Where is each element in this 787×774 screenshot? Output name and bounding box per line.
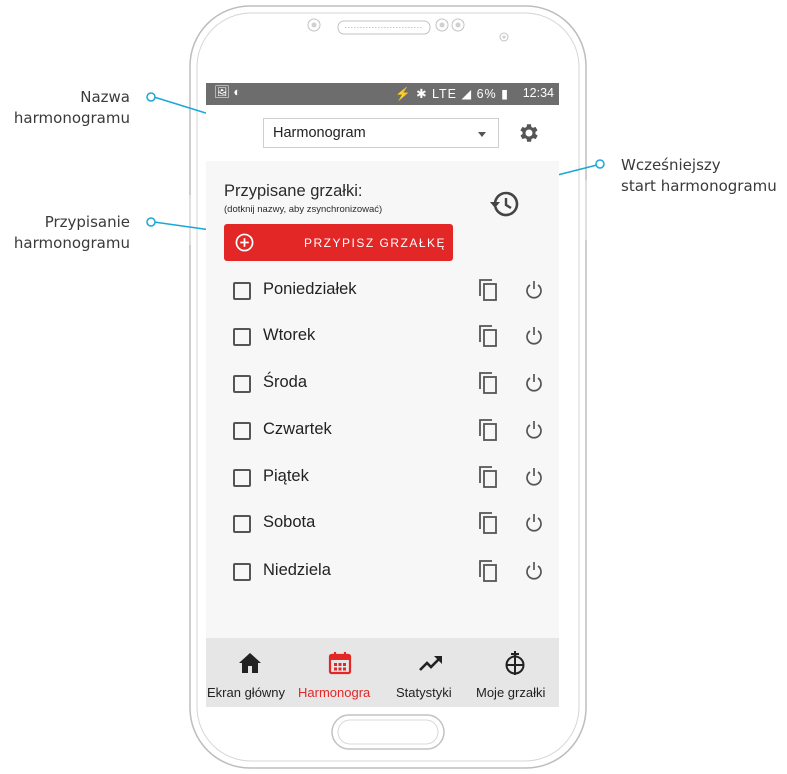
gear-icon[interactable] — [517, 121, 541, 145]
day-row-monday: Poniedziałek — [206, 273, 559, 313]
top-bar: Harmonogram — [206, 105, 559, 161]
chevron-down-icon — [478, 132, 486, 137]
schedule-select-value: Harmonogram — [273, 125, 366, 141]
home-icon — [239, 653, 261, 673]
copy-icon[interactable] — [477, 559, 499, 583]
nav-home-label: Ekran główny — [207, 685, 286, 700]
day-checkbox[interactable] — [233, 515, 251, 533]
copy-icon[interactable] — [477, 371, 499, 395]
nav-my-heaters[interactable]: Moje grzałki — [470, 638, 559, 707]
history-icon[interactable] — [488, 187, 522, 221]
nav-home[interactable]: Ekran główny — [206, 638, 294, 707]
day-row-saturday: Sobota — [206, 506, 559, 546]
nav-schedule-label: Harmonogra — [298, 685, 371, 700]
heater-icon — [505, 651, 525, 675]
assigned-heaters-title: Przypisane grzałki: — [224, 182, 363, 200]
power-icon[interactable] — [524, 373, 544, 393]
day-row-friday: Piątek — [206, 460, 559, 500]
nav-statistics-label: Statystyki — [396, 685, 452, 700]
nav-my-heaters-label: Moje grzałki — [476, 685, 546, 700]
status-system-icons: ⚡ ✱ LTE ◢ 6% ▮ — [395, 87, 509, 101]
copy-icon[interactable] — [477, 465, 499, 489]
bottom-navigation: Ekran główny Harmonogra Statystyki Moje … — [206, 638, 559, 707]
copy-icon[interactable] — [477, 278, 499, 302]
day-checkbox[interactable] — [233, 563, 251, 581]
day-row-thursday: Czwartek — [206, 413, 559, 453]
copy-icon[interactable] — [477, 511, 499, 535]
day-checkbox[interactable] — [233, 328, 251, 346]
day-row-tuesday: Wtorek — [206, 319, 559, 359]
add-circle-icon — [235, 233, 254, 252]
assigned-heaters-hint: (dotknij nazwy, aby zsynchronizować) — [224, 204, 383, 215]
day-label[interactable]: Piątek — [263, 467, 309, 486]
day-row-wednesday: Środa — [206, 366, 559, 406]
nav-schedule[interactable]: Harmonogra — [294, 638, 382, 707]
trending-up-icon — [419, 656, 442, 671]
day-label[interactable]: Niedziela — [263, 561, 331, 580]
calendar-icon — [328, 652, 352, 675]
day-checkbox[interactable] — [233, 469, 251, 487]
power-icon[interactable] — [524, 280, 544, 300]
power-icon[interactable] — [524, 326, 544, 346]
power-icon[interactable] — [524, 561, 544, 581]
status-bar: 🖼 ◐ ⚡ ✱ LTE ◢ 6% ▮ 12:34 — [206, 83, 559, 105]
day-checkbox[interactable] — [233, 375, 251, 393]
assign-heater-button-label: PRZYPISZ GRZAŁKĘ — [304, 236, 447, 250]
day-label[interactable]: Środa — [263, 373, 307, 392]
day-label[interactable]: Wtorek — [263, 326, 315, 345]
power-icon[interactable] — [524, 420, 544, 440]
day-label[interactable]: Czwartek — [263, 420, 332, 439]
assign-heater-button[interactable]: PRZYPISZ GRZAŁKĘ — [224, 224, 453, 261]
day-checkbox[interactable] — [233, 422, 251, 440]
day-checkbox[interactable] — [233, 282, 251, 300]
nav-statistics[interactable]: Statystyki — [382, 638, 470, 707]
app-screen: 🖼 ◐ ⚡ ✱ LTE ◢ 6% ▮ 12:34 Harmonogram Prz… — [206, 83, 559, 707]
status-time: 12:34 — [522, 86, 554, 100]
copy-icon[interactable] — [477, 418, 499, 442]
schedule-select[interactable]: Harmonogram — [263, 118, 499, 148]
day-label[interactable]: Sobota — [263, 513, 315, 532]
power-icon[interactable] — [524, 467, 544, 487]
day-label[interactable]: Poniedziałek — [263, 280, 357, 299]
power-icon[interactable] — [524, 513, 544, 533]
day-row-sunday: Niedziela — [206, 554, 559, 594]
status-notification-icons: 🖼 ◐ — [214, 85, 241, 99]
copy-icon[interactable] — [477, 324, 499, 348]
